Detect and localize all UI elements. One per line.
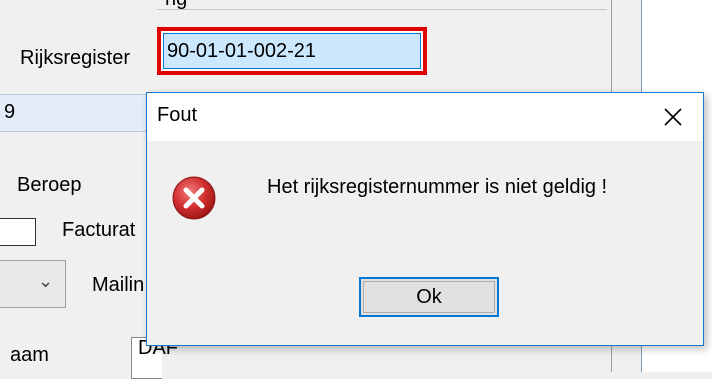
error-dialog: Fout Het rijksregisternummer is niet gel… bbox=[146, 92, 704, 346]
close-button[interactable] bbox=[643, 93, 703, 141]
divider bbox=[157, 9, 607, 10]
mailing-label: Mailin bbox=[92, 274, 145, 296]
rijksregister-value: 90-01-01-002-21 bbox=[167, 40, 316, 62]
ok-label: Ok bbox=[416, 285, 442, 308]
facturatie-checkbox[interactable] bbox=[0, 218, 36, 246]
dialog-title: Fout bbox=[157, 104, 198, 126]
beroep-label: Beroep bbox=[17, 174, 82, 196]
dialog-message: Het rijksregisternummer is niet geldig ! bbox=[267, 176, 608, 198]
left-input-field[interactable]: 9 bbox=[0, 94, 150, 132]
ok-button[interactable]: Ok bbox=[359, 277, 499, 317]
close-icon bbox=[664, 108, 682, 126]
facturatie-label: Facturat bbox=[62, 219, 136, 241]
error-icon bbox=[172, 176, 216, 220]
rijksregister-input[interactable]: 90-01-01-002-21 bbox=[157, 27, 427, 75]
rijksregister-label: Rijksregister bbox=[20, 47, 131, 69]
chevron-down-icon[interactable]: ⌄ bbox=[38, 271, 53, 292]
dialog-body: Het rijksregisternummer is niet geldig !… bbox=[147, 141, 703, 345]
naam-label: aam bbox=[10, 344, 49, 366]
combo-box[interactable]: ⌄ bbox=[0, 260, 66, 308]
dialog-title-bar: Fout bbox=[147, 93, 703, 141]
left-field-value: 9 bbox=[4, 101, 16, 123]
